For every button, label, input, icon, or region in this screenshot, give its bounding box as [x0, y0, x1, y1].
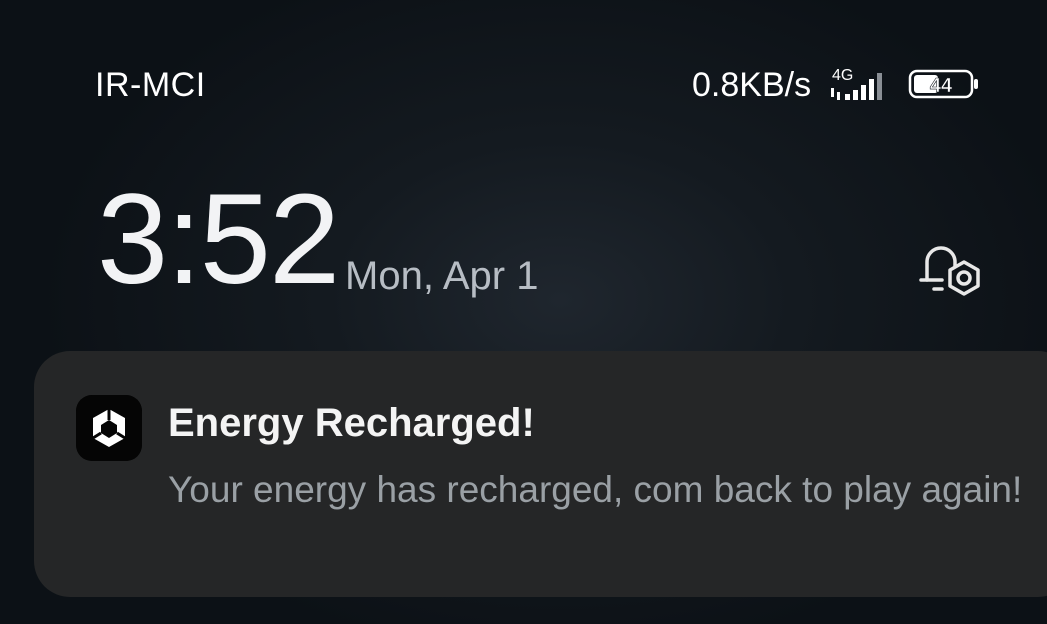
battery-level-label: 44 [930, 75, 953, 97]
network-speed: 0.8KB/s [692, 66, 812, 104]
notification-title: Energy Recharged! [168, 401, 535, 445]
notification-card[interactable]: Energy Recharged! Your energy has rechar… [34, 351, 1047, 597]
notification-body: Your energy has recharged, com back to p… [168, 469, 1023, 510]
cellular-signal-icon: 4G [831, 67, 882, 100]
notification-settings-icon[interactable] [914, 236, 988, 302]
lock-clock: 3:52 [97, 168, 340, 311]
status-bar: IR-MCI 0.8KB/s 4G 44 [0, 0, 1047, 120]
lock-date: Mon, Apr 1 [345, 254, 539, 298]
network-type-label: 4G [832, 67, 853, 84]
battery-icon: 44 [908, 69, 978, 99]
carrier-name: IR-MCI [95, 66, 206, 104]
unity-icon [76, 395, 142, 461]
